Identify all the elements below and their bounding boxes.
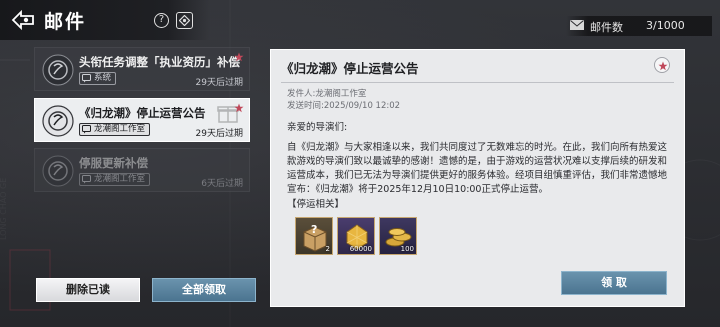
chat-bubble-icon <box>82 125 91 134</box>
detail-section-heading: 【停运相关】 <box>287 199 345 210</box>
svg-text:LONG CHAO GE: LONG CHAO GE <box>0 178 8 240</box>
mail-title: 头衔任务调整「执业资历」补偿 <box>79 55 240 69</box>
detail-title: 《归龙潮》停止运营公告 <box>281 61 419 76</box>
mail-count-value: 3/1000 <box>646 19 685 32</box>
detail-time: 发送时间:2025/09/10 12:02 <box>287 101 401 111</box>
star-icon <box>234 52 244 62</box>
detail-sender: 发件人:龙潮阁工作室 <box>287 89 367 99</box>
mail-expiry: 29天后过期 <box>195 129 243 139</box>
mail-sender: 龙潮阁工作室 <box>94 124 146 134</box>
attachment-qty: 2 <box>325 245 330 253</box>
mail-sender: 系统 <box>94 73 112 83</box>
attachment-qty: 60000 <box>349 245 372 253</box>
chat-bubble-icon <box>82 74 91 83</box>
detail-body: 自《归龙潮》与大家相逢以来，我们共同度过了无数难忘的时光。在此，我们向所有热爱这… <box>287 142 668 195</box>
delete-read-button[interactable]: 删除已读 <box>36 278 140 302</box>
top-bar: 邮件 ? <box>0 0 210 40</box>
page-title: 邮件 <box>44 11 87 33</box>
divider <box>281 82 674 83</box>
chat-bubble-icon <box>82 175 91 184</box>
mail-sender-tag: 龙潮阁工作室 <box>79 173 151 186</box>
mail-title: 《归龙潮》停止运营公告 <box>79 106 206 120</box>
mail-sender: 龙潮阁工作室 <box>94 174 146 184</box>
mail-avatar-icon <box>42 105 74 137</box>
mail-expiry: 29天后过期 <box>195 78 243 88</box>
favorite-button[interactable] <box>654 57 670 73</box>
detail-greeting: 亲爱的导演们: <box>287 122 348 133</box>
attachment-item[interactable]: 100 <box>379 217 417 255</box>
attachment-item[interactable]: ? 2 <box>295 217 333 255</box>
back-arrow-icon <box>11 9 34 31</box>
svg-text:?: ? <box>311 223 317 236</box>
back-button[interactable] <box>10 8 36 32</box>
mail-count: 邮件数 3/1000 <box>566 16 712 36</box>
mail-item[interactable]: 停服更新补偿 龙潮阁工作室 6天后过期 <box>34 148 250 192</box>
claim-button[interactable]: 领 取 <box>561 271 667 295</box>
star-icon <box>234 103 244 113</box>
question-icon: ? <box>158 14 165 25</box>
star-icon <box>658 61 668 71</box>
diamond-eye-icon <box>179 15 190 26</box>
help-button[interactable]: ? <box>154 13 169 28</box>
mail-count-label: 邮件数 <box>590 21 623 34</box>
mail-expiry: 6天后过期 <box>201 179 243 189</box>
mail-detail-panel: 《归龙潮》停止运营公告 发件人:龙潮阁工作室 发送时间:2025/09/10 1… <box>270 49 685 307</box>
attachment-qty: 100 <box>400 245 414 253</box>
mail-sender-tag: 龙潮阁工作室 <box>79 123 151 136</box>
envelope-icon <box>570 20 584 30</box>
mail-avatar-icon <box>42 54 74 86</box>
mail-item-selected[interactable]: 《归龙潮》停止运营公告 龙潮阁工作室 29天后过期 <box>34 98 250 142</box>
mail-avatar-icon <box>42 155 74 187</box>
detail-header: 《归龙潮》停止运营公告 <box>271 50 684 82</box>
attachment-item[interactable]: 60000 <box>337 217 375 255</box>
mail-sender-tag: 系统 <box>79 72 117 85</box>
claim-all-button[interactable]: 全部领取 <box>152 278 256 302</box>
view-toggle-button[interactable] <box>176 12 193 29</box>
mail-title: 停服更新补偿 <box>79 156 148 170</box>
mail-item[interactable]: 头衔任务调整「执业资历」补偿 系统 29天后过期 <box>34 47 250 91</box>
